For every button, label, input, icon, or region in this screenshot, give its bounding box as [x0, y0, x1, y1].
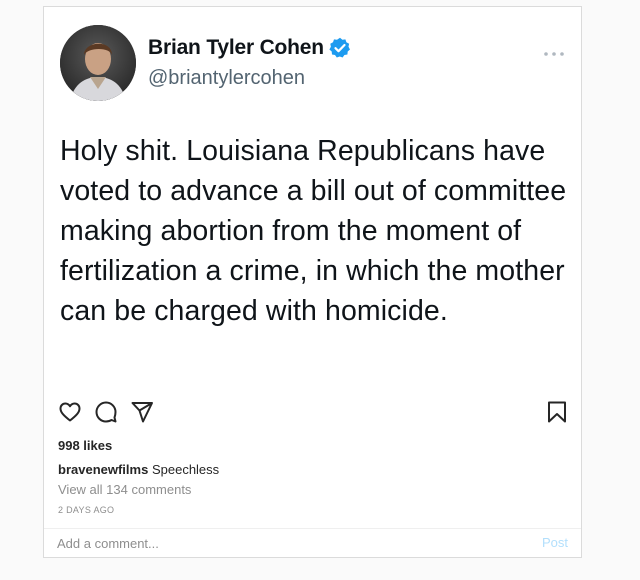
action-bar — [58, 400, 569, 426]
view-all-comments-link[interactable]: View all 134 comments — [58, 482, 191, 497]
send-icon[interactable] — [130, 400, 154, 424]
comment-icon[interactable] — [94, 400, 118, 424]
post-button[interactable]: Post — [542, 535, 568, 550]
comment-bar: Post — [44, 528, 581, 557]
avatar[interactable] — [60, 25, 136, 101]
caption-username[interactable]: bravenewfilms — [58, 462, 148, 477]
caption: bravenewfilms Speechless — [58, 462, 219, 477]
likes-count[interactable]: 998 likes — [58, 438, 112, 453]
avatar-photo — [60, 25, 136, 101]
heart-icon[interactable] — [58, 400, 82, 424]
more-horizontal-icon[interactable] — [543, 49, 565, 59]
name-row: Brian Tyler Cohen — [148, 36, 351, 60]
post-card: Brian Tyler Cohen @briantylercohen Holy … — [43, 6, 582, 558]
comment-input[interactable] — [57, 533, 517, 553]
handle[interactable]: @briantylercohen — [148, 67, 305, 90]
display-name[interactable]: Brian Tyler Cohen — [148, 36, 324, 60]
post-timestamp: 2 DAYS AGO — [58, 505, 115, 515]
bookmark-icon[interactable] — [545, 400, 569, 424]
verified-badge-icon — [329, 37, 350, 58]
tweet-text: Holy shit. Louisiana Republicans have vo… — [60, 135, 567, 327]
caption-text: Speechless — [151, 462, 220, 477]
tweet-header: Brian Tyler Cohen @briantylercohen — [60, 23, 565, 103]
